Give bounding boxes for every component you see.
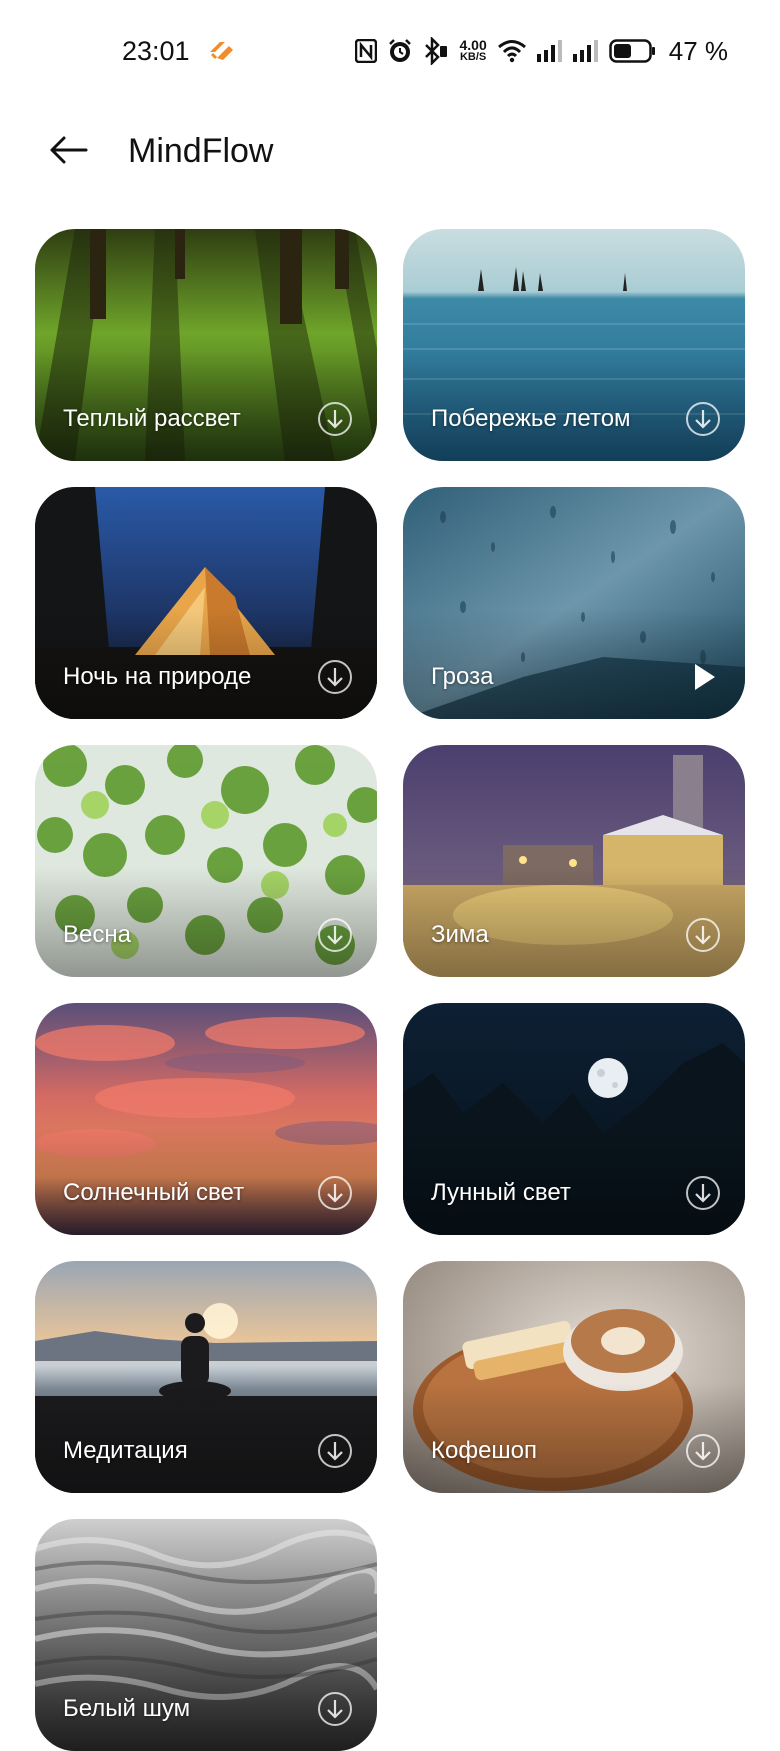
sound-title: Весна xyxy=(63,921,131,948)
sound-card[interactable]: Ночь на природе xyxy=(35,487,377,719)
status-bar: 23:01 4.00 KB/S 47 % xyxy=(0,0,780,100)
sound-title: Белый шум xyxy=(63,1695,191,1722)
status-time: 23:01 xyxy=(122,36,190,66)
net-speed: 4.00 KB/S xyxy=(459,37,487,63)
download-icon[interactable] xyxy=(685,1433,721,1469)
download-icon[interactable] xyxy=(317,1691,353,1727)
sound-title: Побережье летом xyxy=(431,405,631,432)
sound-title: Гроза xyxy=(431,663,494,690)
back-button[interactable] xyxy=(40,130,96,174)
signal-icon xyxy=(536,40,563,62)
sound-grid: Теплый рассвет Побережье летом Ночь на п… xyxy=(35,229,747,1751)
sound-title: Теплый рассвет xyxy=(63,405,241,432)
download-icon[interactable] xyxy=(317,917,353,953)
app-bar: MindFlow xyxy=(0,110,780,190)
sound-card[interactable]: Лунный свет xyxy=(403,1003,745,1235)
sound-card[interactable]: Зима xyxy=(403,745,745,977)
net-speed-value: 4.00 xyxy=(459,37,487,53)
sound-card[interactable]: Гроза xyxy=(403,487,745,719)
wifi-icon xyxy=(497,39,527,63)
download-icon[interactable] xyxy=(685,401,721,437)
sound-card[interactable]: Солнечный свет xyxy=(35,1003,377,1235)
page-title: MindFlow xyxy=(128,132,274,170)
sound-title: Медитация xyxy=(63,1437,188,1464)
sound-title: Солнечный свет xyxy=(63,1179,245,1206)
sound-card[interactable]: Весна xyxy=(35,745,377,977)
nfc-icon xyxy=(355,39,378,63)
battery-percent: 47 % xyxy=(668,35,728,66)
bluetooth-icon xyxy=(423,37,449,65)
arrow-left-icon xyxy=(48,135,88,170)
battery-icon xyxy=(608,39,657,63)
play-icon[interactable] xyxy=(685,659,721,695)
download-icon[interactable] xyxy=(317,1433,353,1469)
download-icon[interactable] xyxy=(317,1175,353,1211)
signal-icon xyxy=(572,40,599,62)
sound-title: Кофешоп xyxy=(431,1437,538,1464)
sound-card[interactable]: Кофешоп xyxy=(403,1261,745,1493)
sound-card[interactable]: Теплый рассвет xyxy=(35,229,377,461)
sound-title: Ночь на природе xyxy=(63,663,252,690)
download-icon[interactable] xyxy=(685,917,721,953)
download-icon[interactable] xyxy=(317,659,353,695)
net-speed-unit: KB/S xyxy=(459,51,487,63)
sound-title: Зима xyxy=(431,921,489,948)
sound-title: Лунный свет xyxy=(431,1179,571,1206)
download-icon[interactable] xyxy=(685,1175,721,1211)
sound-card[interactable]: Медитация xyxy=(35,1261,377,1493)
sound-card[interactable]: Побережье летом xyxy=(403,229,745,461)
download-icon[interactable] xyxy=(317,401,353,437)
brand-notification-icon xyxy=(206,36,236,64)
sound-card[interactable]: Белый шум xyxy=(35,1519,377,1751)
alarm-icon xyxy=(387,38,413,64)
